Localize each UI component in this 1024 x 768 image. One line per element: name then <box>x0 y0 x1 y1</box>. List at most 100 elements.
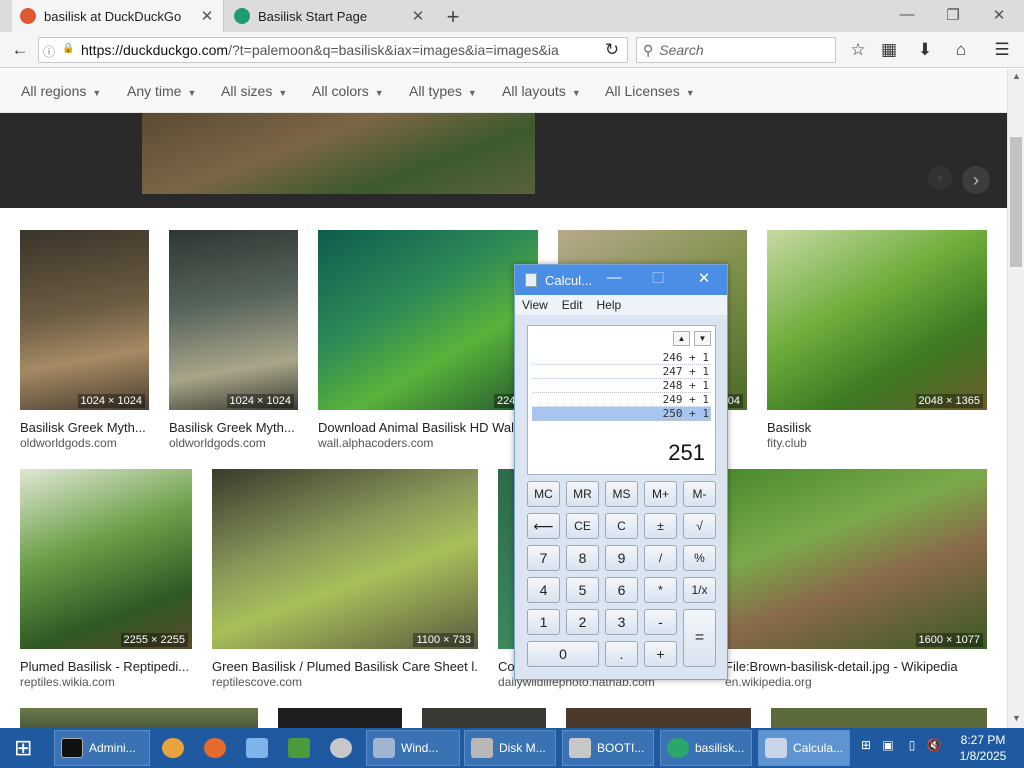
calc-minimize-button[interactable]: — <box>603 269 625 286</box>
filter-region[interactable]: All regions ▼ <box>21 83 101 99</box>
download-icon[interactable]: ⬇ <box>913 38 937 62</box>
result-thumbnail[interactable] <box>20 469 192 649</box>
search-input[interactable]: ⚲ Search <box>636 37 836 63</box>
filter-time[interactable]: Any time ▼ <box>127 83 196 99</box>
backspace-button[interactable]: ⟵ <box>527 513 560 539</box>
taskbar-clock[interactable]: 8:27 PM 1/8/2025 <box>946 732 1020 764</box>
filter-type[interactable]: All types ▼ <box>409 83 477 99</box>
home-icon[interactable]: ⌂ <box>949 38 973 62</box>
calc-close-button[interactable]: ✕ <box>693 269 715 287</box>
digit-5-button[interactable]: 5 <box>566 577 599 603</box>
digit-4-button[interactable]: 4 <box>527 577 560 603</box>
tray-usb-icon[interactable]: ▯ <box>904 738 920 754</box>
tray-volume-muted-icon[interactable]: 🔇 <box>926 738 942 754</box>
result-tile[interactable]: 2255 × 2255 Plumed Basilisk - Reptipedi.… <box>20 469 192 694</box>
add-button[interactable]: + <box>644 641 677 667</box>
result-thumbnail[interactable] <box>20 230 149 410</box>
filter-color[interactable]: All colors ▼ <box>312 83 384 99</box>
result-title[interactable]: File:Brown-basilisk-detail.jpg - Wikiped… <box>725 659 987 674</box>
tray-app-icon[interactable]: ▣ <box>880 738 896 754</box>
result-thumbnail[interactable] <box>278 708 402 728</box>
reciprocal-button[interactable]: 1/x <box>683 577 716 603</box>
digit-0-button[interactable]: 0 <box>527 641 599 667</box>
close-window-button[interactable]: ✕ <box>988 6 1010 24</box>
result-source[interactable]: en.wikipedia.org <box>725 675 987 689</box>
sqrt-button[interactable]: √ <box>683 513 716 539</box>
calculator-titlebar[interactable]: Calcul... — ☐ ✕ <box>515 265 727 295</box>
result-source[interactable]: wall.alphacoders.com <box>318 436 538 450</box>
digit-7-button[interactable]: 7 <box>527 545 560 571</box>
back-button[interactable]: ← <box>8 38 32 62</box>
decimal-button[interactable]: . <box>605 641 638 667</box>
result-tile[interactable]: 1024 × 1024 Basilisk Greek Myth... oldwo… <box>169 230 298 455</box>
digit-6-button[interactable]: 6 <box>605 577 638 603</box>
result-thumbnail[interactable] <box>767 230 987 410</box>
digit-9-button[interactable]: 9 <box>605 545 638 571</box>
library-icon[interactable]: ▦ <box>877 38 901 62</box>
result-source[interactable]: reptilescove.com <box>212 675 478 689</box>
memory-clear-button[interactable]: MC <box>527 481 560 507</box>
digit-8-button[interactable]: 8 <box>566 545 599 571</box>
percent-button[interactable]: % <box>683 545 716 571</box>
history-entry-selected[interactable]: 250 + 1 <box>532 407 711 421</box>
result-title[interactable]: Plumed Basilisk - Reptipedi... <box>20 659 192 674</box>
filter-license[interactable]: All Licenses ▼ <box>605 83 695 99</box>
new-tab-button[interactable]: + <box>442 4 464 30</box>
taskbar-item-windows[interactable]: Wind... <box>366 730 460 766</box>
restore-window-button[interactable]: ❐ <box>942 6 964 24</box>
taskbar-item-disk-management[interactable]: Disk M... <box>464 730 556 766</box>
result-thumbnail[interactable] <box>20 708 258 728</box>
result-title[interactable]: Download Animal Basilisk HD Wall <box>318 420 538 435</box>
bookmark-star-icon[interactable]: ☆ <box>846 38 870 62</box>
taskbar-item-sheet[interactable] <box>282 730 316 766</box>
menu-icon[interactable]: ☰ <box>990 38 1014 62</box>
reload-button[interactable]: ↻ <box>600 38 624 62</box>
memory-store-button[interactable]: MS <box>605 481 638 507</box>
result-thumbnail[interactable] <box>725 469 987 649</box>
memory-subtract-button[interactable]: M- <box>683 481 716 507</box>
result-source[interactable]: reptiles.wikia.com <box>20 675 192 689</box>
taskbar-item-firefox[interactable] <box>198 730 232 766</box>
history-up-icon[interactable]: ▲ <box>673 331 690 346</box>
info-icon[interactable]: ⓘ <box>43 43 57 59</box>
history-entry[interactable]: 249 + 1 <box>532 393 711 407</box>
scroll-down-icon[interactable]: ▼ <box>1008 713 1024 723</box>
url-bar[interactable]: ⓘ 🔒 https://duckduckgo.com/?t=palemoon&q… <box>38 37 628 63</box>
taskbar-item-cmd[interactable]: Admini... <box>54 730 150 766</box>
history-entry[interactable]: 246 + 1 <box>532 351 711 365</box>
previous-image-button[interactable]: ‹ <box>928 166 952 190</box>
taskbar-item-paint[interactable] <box>324 730 358 766</box>
clear-entry-button[interactable]: CE <box>566 513 599 539</box>
detail-image[interactable] <box>142 113 535 194</box>
menu-edit[interactable]: Edit <box>562 298 583 312</box>
subtract-button[interactable]: - <box>644 609 677 635</box>
filter-size[interactable]: All sizes ▼ <box>221 83 287 99</box>
minimize-window-button[interactable]: — <box>896 6 918 23</box>
memory-recall-button[interactable]: MR <box>566 481 599 507</box>
result-title[interactable]: Basilisk Greek Myth... <box>20 420 149 435</box>
history-down-icon[interactable]: ▼ <box>694 331 711 346</box>
digit-1-button[interactable]: 1 <box>527 609 560 635</box>
result-thumbnail[interactable] <box>318 230 538 410</box>
taskbar-item-notepad[interactable] <box>240 730 274 766</box>
menu-help[interactable]: Help <box>596 298 621 312</box>
next-image-button[interactable]: › <box>962 166 990 194</box>
result-thumbnail[interactable] <box>169 230 298 410</box>
clear-button[interactable]: C <box>605 513 638 539</box>
vertical-scrollbar[interactable]: ▲ ▼ <box>1007 69 1024 728</box>
result-tile[interactable]: 2240 × Download Animal Basilisk HD Wall … <box>318 230 538 455</box>
result-tile[interactable]: 1100 × 733 Green Basilisk / Plumed Basil… <box>212 469 478 694</box>
digit-3-button[interactable]: 3 <box>605 609 638 635</box>
result-source[interactable]: oldworldgods.com <box>169 436 298 450</box>
result-tile[interactable]: 2048 × 1365 Basilisk fity.club <box>767 230 987 455</box>
equals-button[interactable]: = <box>683 609 716 667</box>
result-tile[interactable]: 1024 × 1024 Basilisk Greek Myth... oldwo… <box>20 230 149 455</box>
divide-button[interactable]: / <box>644 545 677 571</box>
history-entry[interactable]: 248 + 1 <box>532 379 711 393</box>
result-title[interactable]: Basilisk Greek Myth... <box>169 420 298 435</box>
scroll-up-icon[interactable]: ▲ <box>1008 71 1024 81</box>
tab-start-page[interactable]: Basilisk Start Page ✕ <box>226 0 434 32</box>
multiply-button[interactable]: * <box>644 577 677 603</box>
memory-add-button[interactable]: M+ <box>644 481 677 507</box>
taskbar-item-boot[interactable]: BOOTI... <box>562 730 654 766</box>
